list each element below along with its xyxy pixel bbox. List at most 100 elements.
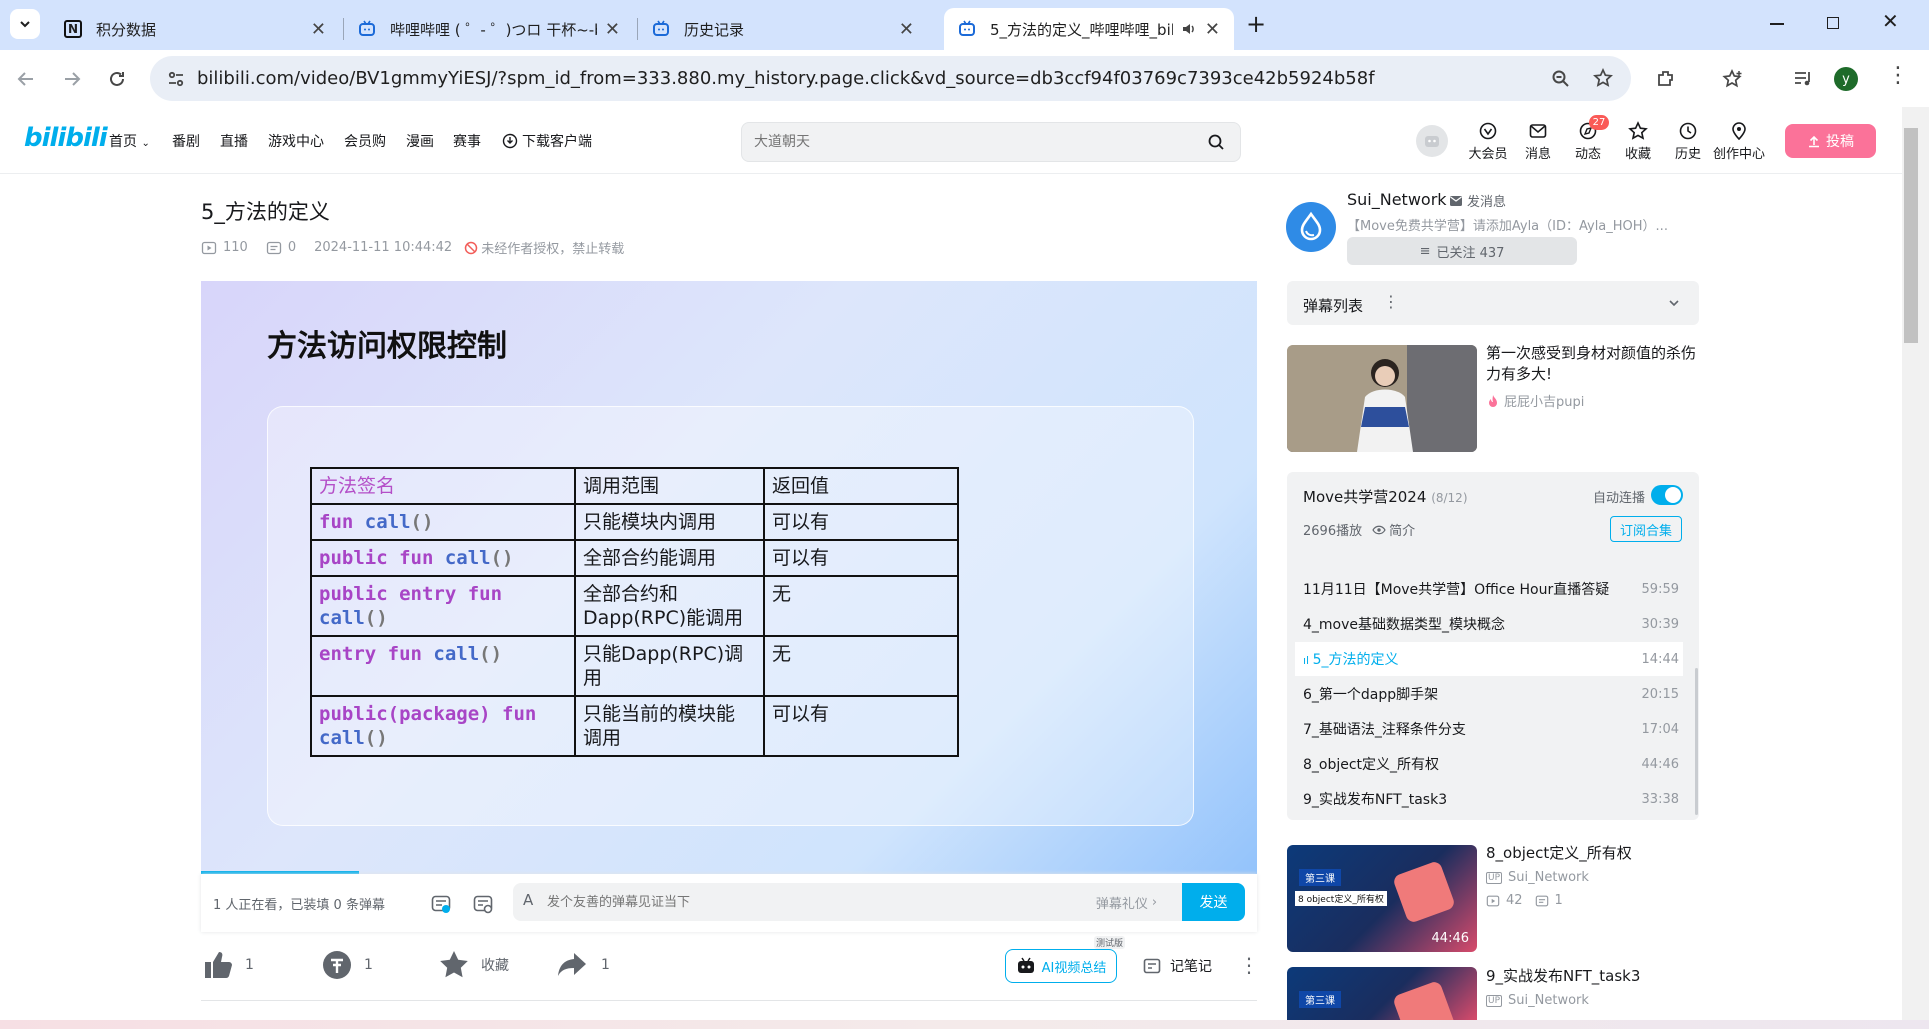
episode-item[interactable]: ıl 5_方法的定义 14:44 [1295,642,1683,676]
nav-esports[interactable]: 赛事 [453,131,481,151]
rec-thumb-badge: 第三课 [1299,991,1341,1008]
more-options-icon[interactable]: ⋮ [1383,292,1399,311]
nav-manga[interactable]: 漫画 [406,131,434,151]
favorite-button[interactable]: 收藏 [437,948,509,982]
more-options-icon[interactable]: ⋮ [1239,953,1259,977]
episode-item[interactable]: 7_基础语法_注释条件分支 17:04 [1303,712,1683,746]
minimize-button[interactable] [1770,23,1784,25]
coin-button[interactable]: 1 [320,948,373,982]
nav-live[interactable]: 直播 [220,131,248,151]
danmaku-text-field[interactable] [547,892,947,912]
send-danmaku-button[interactable]: 发送 [1182,883,1245,921]
header-favorites[interactable]: 收藏 [1613,121,1663,162]
upload-button[interactable]: 投稿 [1785,124,1876,158]
url-text[interactable]: bilibili.com/video/BV1gmmyYiESJ/?spm_id_… [197,68,1375,89]
collection-title[interactable]: Move共学营2024 (8/12) [1303,486,1468,507]
reload-icon[interactable] [107,69,127,89]
profile-avatar[interactable]: y [1834,67,1858,91]
ad-thumbnail[interactable] [1287,345,1477,452]
chevron-down-icon[interactable] [1668,297,1680,309]
ai-summary-button[interactable]: AI视频总结 [1005,949,1117,983]
close-icon[interactable]: ✕ [899,19,914,40]
tab-search-button[interactable] [10,9,40,39]
menu-lines-icon: ≡ [1419,243,1431,259]
rec-uploader[interactable]: UP Sui_Network [1486,870,1589,885]
zoom-icon[interactable] [1551,69,1571,89]
follow-button[interactable]: ≡ 已关注 437 [1347,237,1577,265]
rec-thumbnail[interactable]: 第三课 [1287,967,1477,1020]
search-icon[interactable] [1207,133,1225,151]
chevron-down-icon [20,21,30,28]
video-player[interactable]: 方法访问权限控制 方法签名 调用范围 返回值 fun call() 只能模块内调用… [201,281,1257,874]
share-button[interactable]: 1 [555,948,610,982]
uploader-name[interactable]: Sui_Network [1347,190,1447,209]
speaker-icon[interactable] [1181,21,1197,37]
send-message-link[interactable]: 发消息 [1449,191,1506,210]
header-messages[interactable]: 消息 [1513,121,1563,162]
danmaku-etiquette-link[interactable]: 弹幕礼仪 › [1071,883,1182,921]
bookmark-star-icon[interactable] [1593,68,1613,88]
tab-current-video[interactable]: 5_方法的定义_哔哩哔哩_bili ✕ [944,8,1234,50]
close-icon[interactable]: ✕ [1205,19,1220,40]
browser-menu-icon[interactable]: ⋮ [1887,64,1909,88]
search-box[interactable] [741,122,1241,162]
rec-uploader[interactable]: UP Sui_Network [1486,993,1589,1008]
autoplay-toggle[interactable] [1651,485,1683,505]
restore-button[interactable] [1827,17,1839,29]
collection-progress: (8/12) [1431,491,1468,505]
episode-item[interactable]: 4_move基础数据类型_模块概念 30:39 [1303,607,1683,641]
ad-title[interactable]: 第一次感受到身材对颜值的杀伤力有多大! [1486,343,1701,385]
notes-button[interactable]: 记笔记 [1142,956,1212,976]
forward-arrow-icon[interactable] [62,69,82,89]
like-button[interactable]: 1 [201,948,254,982]
tab-bilibili-home[interactable]: 哔哩哔哩 ( ゜- ゜)つロ 干杯~-bil ✕ [344,8,634,50]
danmaku-toggle-icon[interactable] [430,893,452,915]
header-vip[interactable]: 大会员 [1463,121,1513,162]
user-avatar[interactable] [1416,125,1448,157]
nav-download-client[interactable]: 下载客户端 [502,131,592,151]
rec-title[interactable]: 9_实战发布NFT_task3 [1486,966,1701,987]
new-tab-button[interactable]: + [1246,10,1266,38]
back-arrow-icon[interactable] [16,69,36,89]
autoplay-label: 自动连播 [1593,491,1646,506]
header-creator-center[interactable]: 创作中心 [1711,121,1767,162]
nav-member-shop[interactable]: 会员购 [344,131,386,151]
tab-notion[interactable]: N 积分数据 ✕ [50,8,340,50]
episode-item[interactable]: 11月11日【Move共学营】Office Hour直播答疑 59:59 [1303,572,1683,606]
danmaku-input[interactable]: A [513,883,1071,921]
video-title: 5_方法的定义 [201,200,330,224]
header-history[interactable]: 历史 [1663,121,1713,162]
return-value-cell: 可以有 [763,695,959,757]
bilibili-logo[interactable]: bilibili [24,123,108,153]
rec-title[interactable]: 8_object定义_所有权 [1486,843,1701,864]
close-icon[interactable]: ✕ [311,19,326,40]
episode-item[interactable]: 6_第一个dapp脚手架 20:15 [1303,677,1683,711]
ad-uploader[interactable]: 屁屁小吉pupi [1486,391,1584,410]
nav-game-center[interactable]: 游戏中心 [268,131,324,151]
favorites-icon[interactable] [1722,68,1744,90]
site-info-icon[interactable] [166,69,186,89]
collection-intro-link[interactable]: 简介 [1389,520,1415,539]
danmaku-list-panel[interactable]: 弹幕列表 ⋮ [1287,281,1699,325]
search-input[interactable] [754,132,1174,152]
window-close-button[interactable]: ✕ [1882,9,1899,33]
rec-thumbnail[interactable]: 第三课 8 object定义_所有权 44:46 [1287,845,1477,952]
close-icon[interactable]: ✕ [605,19,620,40]
nav-home[interactable]: 首页 ⌄ [109,131,150,151]
uploader-avatar[interactable] [1286,202,1336,252]
font-style-icon[interactable]: A [523,891,533,909]
return-value-cell: 无 [763,635,959,697]
collection-scrollbar[interactable] [1695,668,1698,815]
address-bar[interactable]: bilibili.com/video/BV1gmmyYiESJ/?spm_id_… [150,56,1631,101]
tab-history[interactable]: 历史记录 ✕ [638,8,928,50]
subscribe-collection-button[interactable]: 订阅合集 [1610,516,1682,542]
header-dynamic[interactable]: 动态 27 [1563,115,1613,162]
danmaku-settings-icon[interactable] [472,893,494,915]
extensions-icon[interactable] [1655,68,1677,90]
nav-anime[interactable]: 番剧 [172,131,200,151]
return-value-cell: 可以有 [763,503,959,541]
episode-item[interactable]: 8_object定义_所有权 44:46 [1303,747,1683,781]
media-control-icon[interactable] [1792,68,1814,90]
page-scrollbar-thumb[interactable] [1904,128,1918,343]
episode-item[interactable]: 9_实战发布NFT_task3 33:38 [1303,782,1683,816]
